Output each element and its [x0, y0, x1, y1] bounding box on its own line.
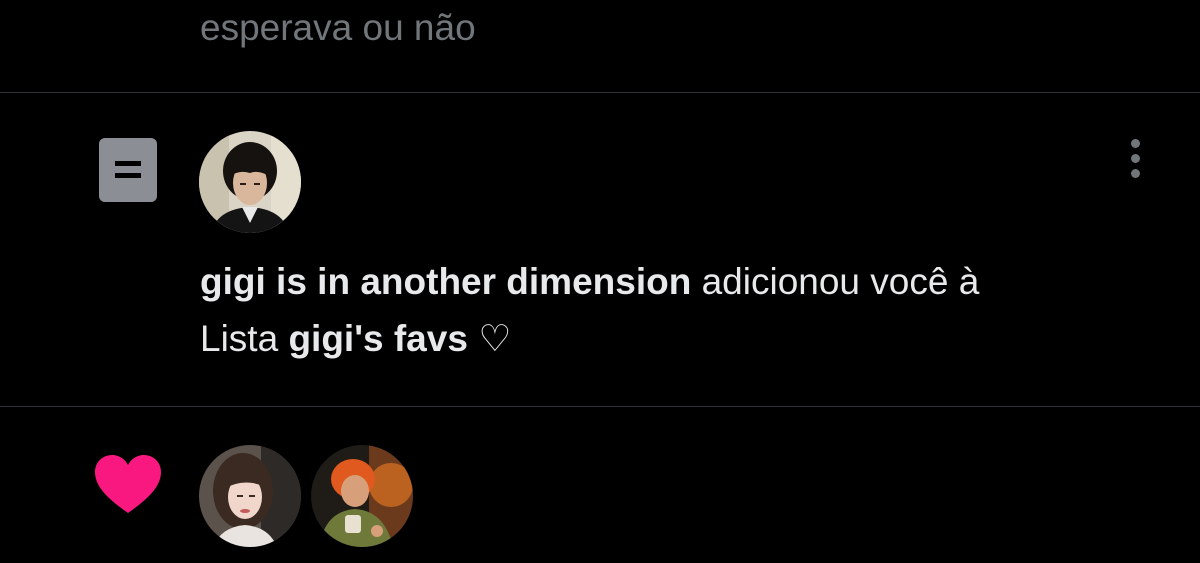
more-options-button[interactable]	[1118, 135, 1152, 181]
notification-text: gigi is in another dimension adicionou v…	[200, 253, 1160, 367]
avatar[interactable]	[199, 131, 301, 233]
action-text: adicionou você à	[691, 261, 980, 302]
list-added-notification[interactable]: gigi is in another dimension adicionou v…	[0, 93, 1200, 407]
more-vertical-icon-dot	[1130, 168, 1140, 178]
actor-name-link[interactable]: gigi is in another dimension	[200, 261, 691, 302]
more-vertical-icon-dot	[1130, 138, 1140, 148]
list-icon	[99, 138, 157, 202]
heart-icon	[95, 455, 161, 515]
like-notification[interactable]	[0, 407, 1200, 563]
list-name-link[interactable]: gigi's favs ♡	[288, 318, 511, 359]
more-vertical-icon-dot	[1130, 153, 1140, 163]
previous-notification-text: esperava ou não	[200, 7, 476, 48]
list-prefix: Lista	[200, 318, 289, 359]
liker-avatar[interactable]	[199, 445, 301, 547]
liker-avatar[interactable]	[311, 445, 413, 547]
previous-notification[interactable]: esperava ou não	[0, 0, 1200, 93]
